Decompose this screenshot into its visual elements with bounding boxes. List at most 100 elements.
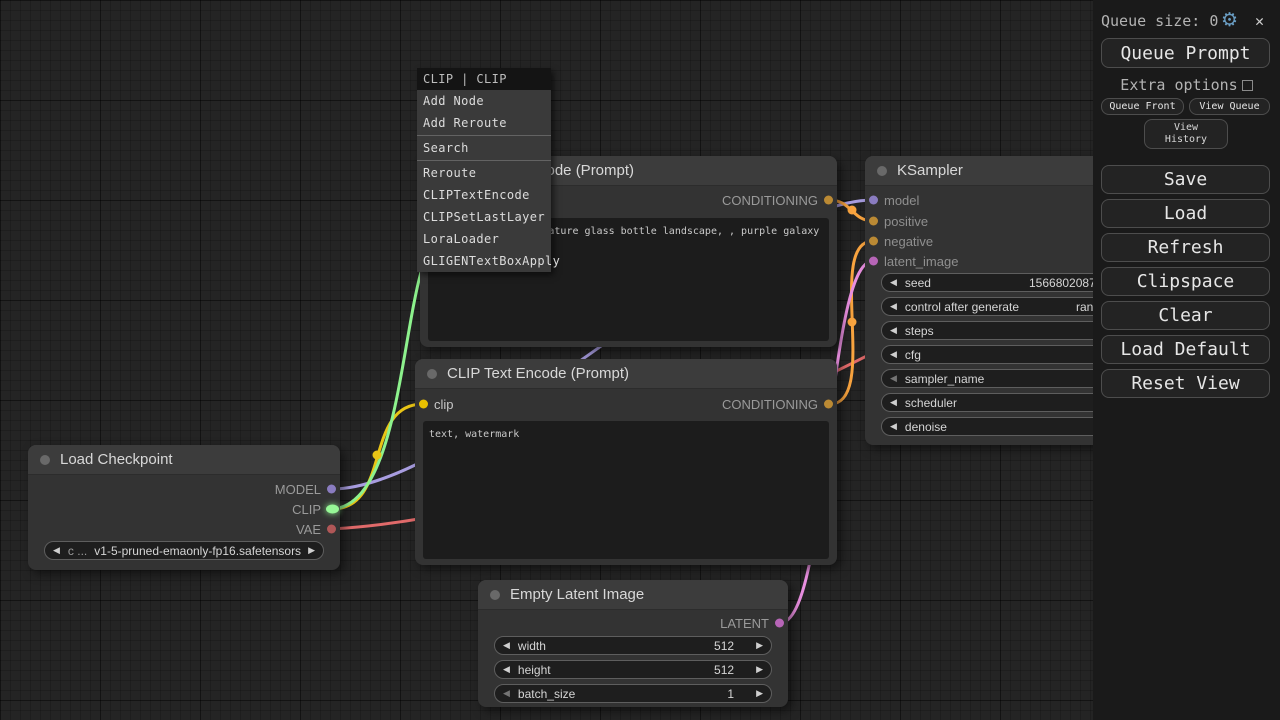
widget-right-arrow-icon[interactable]: ▶ [756,689,763,698]
sampler-name-widget[interactable]: ◀ sampler_name [881,369,1093,388]
widget-left-arrow-icon[interactable]: ◀ [503,665,510,674]
menu-panel: Queue size: 0 ⚙ ✕ Queue Prompt Extra opt… [1093,0,1280,720]
combo-label: c ... [68,544,87,558]
denoise-widget[interactable]: ◀ denoise [881,417,1093,436]
widget-left-arrow-icon[interactable]: ◀ [890,398,897,407]
scheduler-widget[interactable]: ◀ scheduler [881,393,1093,412]
link-dot-positive [848,206,857,215]
menu-item-gligentextboxapply[interactable]: GLIGENTextBoxApply [417,250,551,272]
load-default-button[interactable]: Load Default [1101,335,1270,364]
widget-label: width [518,639,714,653]
model-input-dot[interactable] [869,196,878,205]
conditioning-output-label: CONDITIONING [722,193,818,208]
widget-right-arrow-icon[interactable]: ▶ [756,665,763,674]
combo-left-arrow-icon[interactable]: ◀ [53,546,60,555]
positive-input-dot[interactable] [869,217,878,226]
conditioning-output-label: CONDITIONING [722,397,818,412]
latent-output-label: LATENT [720,616,769,631]
model-input-label: model [884,193,919,208]
slot-row: MODEL [28,480,340,498]
clear-button[interactable]: Clear [1101,301,1270,330]
control-after-generate-widget[interactable]: ◀ control after generate randomize [881,297,1093,316]
widget-left-arrow-icon[interactable]: ◀ [890,278,897,287]
slot-row: model [865,191,1093,209]
save-button[interactable]: Save [1101,165,1270,194]
context-menu: CLIP | CLIP Add Node Add Reroute Search … [417,68,551,272]
node-empty-latent-image[interactable]: Empty Latent Image LATENT ◀ width 512 ▶ … [478,580,788,707]
cfg-widget[interactable]: ◀ cfg [881,345,1093,364]
widget-right-arrow-icon[interactable]: ▶ [756,641,763,650]
width-widget[interactable]: ◀ width 512 ▶ [494,636,772,655]
ckpt-name-combo[interactable]: ◀ c ... v1-5-pruned-emaonly-fp16.safeten… [44,541,324,560]
node-title-bar[interactable]: Empty Latent Image [478,580,788,610]
negative-input-dot[interactable] [869,237,878,246]
graph-canvas[interactable]: CLIP Text Encode (Prompt) CONDITIONING b… [0,0,1093,720]
conditioning-output-dot[interactable] [824,196,833,205]
batch-size-widget[interactable]: ◀ batch_size 1 ▶ [494,684,772,703]
model-output-label: MODEL [275,482,321,497]
view-history-button[interactable]: View History [1144,119,1228,149]
slot-row: CLIP [28,500,340,518]
slot-row: VAE [28,520,340,538]
menu-item-search[interactable]: Search [417,137,551,159]
node-clip-text-encode-negative[interactable]: CLIP Text Encode (Prompt) clip CONDITION… [415,359,837,565]
latent-output-dot[interactable] [775,619,784,628]
widget-left-arrow-icon[interactable]: ◀ [890,374,897,383]
menu-separator [417,160,551,161]
queue-prompt-button[interactable]: Queue Prompt [1101,38,1270,68]
widget-label: denoise [905,420,1093,434]
menu-item-clipsetlastlayer[interactable]: CLIPSetLastLayer [417,206,551,228]
widget-left-arrow-icon[interactable]: ◀ [503,689,510,698]
node-title-bar[interactable]: CLIP Text Encode (Prompt) [415,359,837,389]
prompt-textarea[interactable]: text, watermark [423,421,829,559]
height-widget[interactable]: ◀ height 512 ▶ [494,660,772,679]
link-dot-clip [373,451,382,460]
collapse-dot-icon[interactable] [490,590,500,600]
load-button[interactable]: Load [1101,199,1270,228]
model-output-dot[interactable] [327,485,336,494]
widget-left-arrow-icon[interactable]: ◀ [890,422,897,431]
extra-options-row: Extra options [1093,77,1280,93]
menu-separator [417,135,551,136]
clipspace-button[interactable]: Clipspace [1101,267,1270,296]
menu-item-add-node[interactable]: Add Node [417,90,551,112]
slot-row: clip CONDITIONING [415,395,837,413]
widget-left-arrow-icon[interactable]: ◀ [890,326,897,335]
negative-input-label: negative [884,234,933,249]
menu-item-cliptextencode[interactable]: CLIPTextEncode [417,184,551,206]
widget-left-arrow-icon[interactable]: ◀ [890,350,897,359]
widget-left-arrow-icon[interactable]: ◀ [890,302,897,311]
node-title-bar[interactable]: KSampler [865,156,1093,186]
clip-output-dot[interactable] [326,505,339,514]
steps-widget[interactable]: ◀ steps [881,321,1093,340]
node-ksampler[interactable]: KSampler model positive negative latent_… [865,156,1093,445]
menu-item-reroute[interactable]: Reroute [417,162,551,184]
conditioning-output-dot[interactable] [824,400,833,409]
collapse-dot-icon[interactable] [427,369,437,379]
refresh-button[interactable]: Refresh [1101,233,1270,262]
latent-image-input-label: latent_image [884,254,958,269]
combo-right-arrow-icon[interactable]: ▶ [308,546,315,555]
reset-view-button[interactable]: Reset View [1101,369,1270,398]
latent-image-input-dot[interactable] [869,257,878,266]
node-load-checkpoint[interactable]: Load Checkpoint MODEL CLIP VAE ◀ c ... v… [28,445,340,570]
wire-clip-dragging[interactable] [332,272,421,509]
close-icon[interactable]: ✕ [1255,12,1264,30]
slot-row: LATENT [478,614,788,632]
menu-item-loraloader[interactable]: LoraLoader [417,228,551,250]
widget-label: control after generate [905,300,1093,314]
widget-left-arrow-icon[interactable]: ◀ [503,641,510,650]
collapse-dot-icon[interactable] [40,455,50,465]
menu-item-add-reroute[interactable]: Add Reroute [417,112,551,134]
queue-front-button[interactable]: Queue Front [1101,98,1184,115]
clip-input-dot[interactable] [419,400,428,409]
settings-gear-icon[interactable]: ⚙ [1221,9,1238,31]
node-title-bar[interactable]: Load Checkpoint [28,445,340,475]
view-queue-button[interactable]: View Queue [1189,98,1270,115]
widget-value: 1 [727,687,734,701]
seed-widget[interactable]: ◀ seed 1566802087 [881,273,1093,292]
vae-output-dot[interactable] [327,525,336,534]
collapse-dot-icon[interactable] [877,166,887,176]
queue-status-row: Queue size: 0 ⚙ ✕ [1101,12,1272,30]
extra-options-checkbox[interactable] [1242,80,1253,91]
